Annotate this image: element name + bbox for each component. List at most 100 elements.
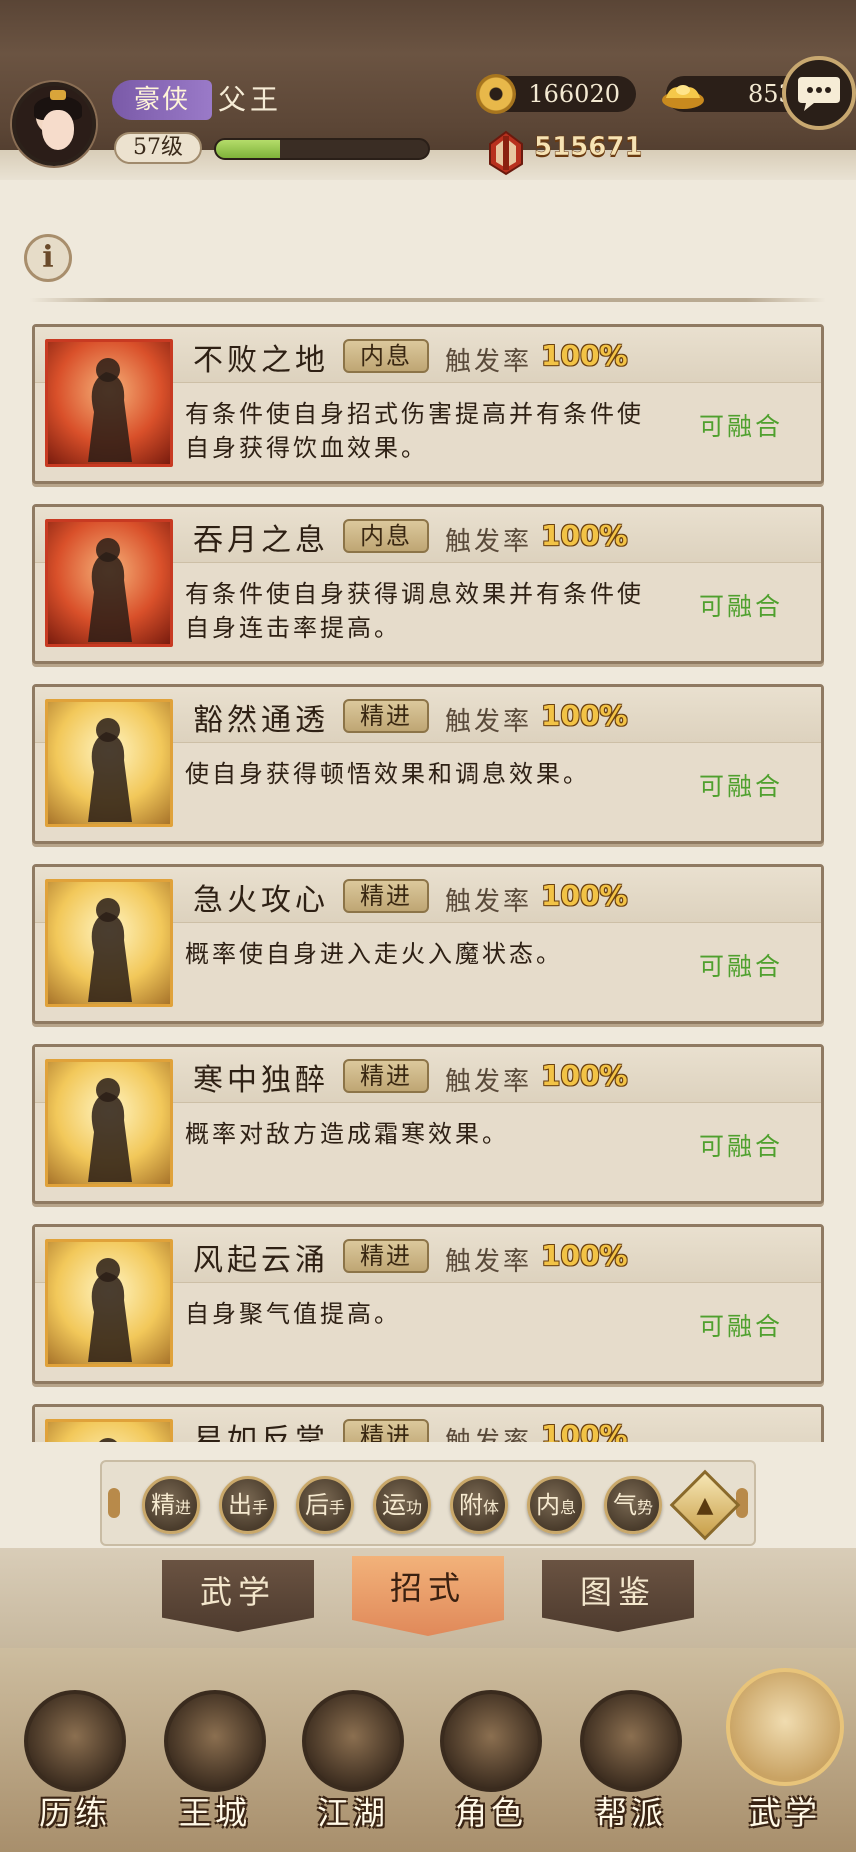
filter-main: 精 — [150, 1491, 175, 1519]
filter-bar-end-left — [108, 1488, 120, 1518]
nav-lilian[interactable]: 历练 — [20, 1690, 130, 1850]
tab-zhaoshi[interactable]: 招式 — [352, 1556, 504, 1636]
info-icon[interactable]: i — [24, 234, 72, 282]
coin-icon — [476, 74, 516, 114]
skill-card[interactable]: 急火攻心 精进 触发率 100% 概率使自身进入走火入魔状态。 可融合 — [32, 864, 824, 1024]
trigger-rate-label: 触发率 — [445, 347, 533, 377]
filter-sub: 进 — [174, 1498, 191, 1517]
skill-type-tag: 内息 — [343, 519, 429, 553]
trigger-rate-label: 触发率 — [445, 1247, 533, 1277]
filter-sub: 手 — [328, 1498, 345, 1517]
filter-button[interactable]: 运功 — [373, 1476, 431, 1534]
player-avatar[interactable] — [12, 82, 96, 166]
combat-power-value: 515671 — [534, 132, 643, 163]
skill-name: 吞月之息 — [193, 523, 329, 558]
filter-button[interactable]: 气势 — [604, 1476, 662, 1534]
scroll-icon — [726, 1668, 844, 1786]
training-icon — [24, 1690, 126, 1792]
nav-juese[interactable]: 角色 — [436, 1690, 546, 1850]
trigger-rate-label: 触发率 — [445, 1067, 533, 1097]
skill-art-icon — [45, 879, 173, 1007]
trigger-rate-value: 100% — [541, 879, 628, 912]
filter-main: 气 — [612, 1491, 637, 1519]
skill-description: 自身聚气值提高。 — [185, 1300, 401, 1328]
guild-icon — [580, 1690, 682, 1792]
chat-button[interactable] — [782, 56, 856, 130]
nav-label: 历练 — [38, 1794, 111, 1832]
gold-ingot-icon — [662, 85, 704, 109]
avatar-face — [42, 110, 74, 150]
castle-icon — [164, 1690, 266, 1792]
skill-type-tag: 精进 — [343, 1419, 429, 1442]
filter-main: 内 — [535, 1491, 560, 1519]
skill-card[interactable]: 豁然通透 精进 触发率 100% 使自身获得顿悟效果和调息效果。 可融合 — [32, 684, 824, 844]
player-name: 父王 — [218, 83, 283, 116]
skill-type-tag: 精进 — [343, 699, 429, 733]
skill-art-icon — [45, 1059, 173, 1187]
filter-main: 运 — [381, 1491, 406, 1519]
nav-wuxue[interactable]: 武学 — [726, 1668, 844, 1850]
skill-card[interactable]: 吞月之息 内息 触发率 100% 有条件使自身获得调息效果并有条件使自身连击率提高。 可融… — [32, 504, 824, 664]
nav-jianghu[interactable]: 江湖 — [298, 1690, 408, 1850]
filter-main: 附 — [458, 1491, 483, 1519]
skill-description: 有条件使自身招式伤害提高并有条件使自身获得饮血效果。 — [185, 400, 644, 462]
skill-art-icon — [45, 1239, 173, 1367]
chat-bubble-icon — [798, 77, 840, 111]
filter-button[interactable]: 后手 — [296, 1476, 354, 1534]
filter-button[interactable]: 附体 — [450, 1476, 508, 1534]
skill-name: 寒中独醉 — [193, 1063, 329, 1098]
fusion-status[interactable]: 可融合 — [699, 407, 783, 443]
trigger-rate-value: 100% — [541, 699, 628, 732]
filter-main: 出 — [227, 1491, 252, 1519]
skill-art-icon — [45, 339, 173, 467]
chevron-up-icon: ▲ — [696, 1492, 714, 1518]
filter-button[interactable]: 精进 — [142, 1476, 200, 1534]
trigger-rate-label: 触发率 — [445, 707, 533, 737]
filter-button[interactable]: 内息 — [527, 1476, 585, 1534]
skill-card[interactable]: 易如反掌 精进 触发率 100% — [32, 1404, 824, 1442]
nav-label: 江湖 — [316, 1794, 389, 1832]
fusion-status[interactable]: 可融合 — [699, 1307, 783, 1343]
nav-label: 王城 — [178, 1794, 251, 1832]
skill-description: 概率使自身进入走火入魔状态。 — [185, 940, 563, 968]
skill-description: 使自身获得顿悟效果和调息效果。 — [185, 760, 590, 788]
character-icon — [440, 1690, 542, 1792]
skill-type-tag: 精进 — [343, 1059, 429, 1093]
trigger-rate-value: 100% — [541, 339, 628, 372]
skill-name: 易如反掌 — [193, 1423, 329, 1442]
filter-sub: 手 — [251, 1498, 268, 1517]
player-level: 57级 — [114, 132, 202, 164]
skill-card[interactable]: 不败之地 内息 触发率 100% 有条件使自身招式伤害提高并有条件使自身获得饮血效果。 可… — [32, 324, 824, 484]
tab-tujian[interactable]: 图鉴 — [542, 1560, 694, 1632]
skill-type-tag: 精进 — [343, 1239, 429, 1273]
filter-sub: 势 — [636, 1498, 653, 1517]
skill-art-icon — [45, 1419, 173, 1442]
skill-name: 风起云涌 — [193, 1243, 329, 1278]
skill-type-tag: 精进 — [343, 879, 429, 913]
fusion-status[interactable]: 可融合 — [699, 947, 783, 983]
skill-art-icon — [45, 519, 173, 647]
skill-list[interactable]: 不败之地 内息 触发率 100% 有条件使自身招式伤害提高并有条件使自身获得饮血效果。可… — [0, 310, 856, 1442]
tab-wuxue[interactable]: 武学 — [162, 1560, 314, 1632]
trigger-rate-label: 触发率 — [445, 887, 533, 917]
trigger-rate-value: 100% — [541, 519, 628, 552]
fusion-status[interactable]: 可融合 — [699, 587, 783, 623]
combat-power-icon — [489, 130, 523, 176]
trigger-rate-label: 触发率 — [445, 1427, 533, 1442]
nav-bangpai[interactable]: 帮派 — [576, 1690, 686, 1850]
exp-bar — [214, 138, 430, 160]
skill-name: 不败之地 — [193, 343, 329, 378]
filter-main: 后 — [304, 1491, 329, 1519]
fusion-status[interactable]: 可融合 — [699, 1127, 783, 1163]
fusion-status[interactable]: 可融合 — [699, 767, 783, 803]
filter-sub: 功 — [405, 1498, 422, 1517]
nav-wangcheng[interactable]: 王城 — [160, 1690, 270, 1850]
filter-button[interactable]: 出手 — [219, 1476, 277, 1534]
skill-card[interactable]: 风起云涌 精进 触发率 100% 自身聚气值提高。 可融合 — [32, 1224, 824, 1384]
skill-description: 概率对敌方造成霜寒效果。 — [185, 1120, 509, 1148]
skill-card[interactable]: 寒中独醉 精进 触发率 100% 概率对敌方造成霜寒效果。 可融合 — [32, 1044, 824, 1204]
skill-name: 豁然通透 — [193, 703, 329, 738]
rank-badge: 豪侠 — [112, 80, 212, 120]
trigger-rate-value: 100% — [541, 1059, 628, 1092]
skill-type-tag: 内息 — [343, 339, 429, 373]
